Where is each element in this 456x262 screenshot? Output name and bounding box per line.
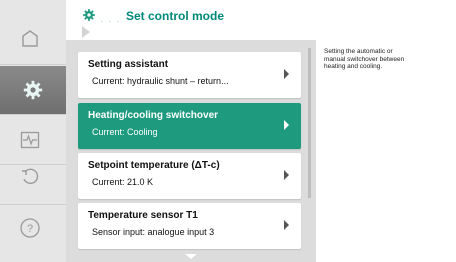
- gear-icon: [22, 79, 44, 101]
- diagnostics-icon: [20, 131, 40, 149]
- help-icon: ?: [19, 217, 41, 239]
- page-title: Set control mode: [126, 9, 225, 23]
- menu-item-title: Setting assistant: [88, 59, 169, 70]
- home-icon: [20, 28, 40, 48]
- menu-item-title: Setpoint temperature (ΔT-c): [88, 160, 220, 171]
- menu-item-subtitle: Current: hydraulic shunt – return...: [92, 76, 229, 86]
- gear-icon: [82, 8, 96, 27]
- info-panel: Setting the automatic or manual switchov…: [318, 40, 456, 262]
- back-icon: [20, 166, 40, 186]
- menu-item-title: Temperature sensor T1: [88, 210, 198, 221]
- help-button[interactable]: ?: [0, 204, 60, 252]
- menu-item-subtitle: Current: Cooling: [92, 127, 158, 137]
- chevron-right-icon: [284, 120, 289, 130]
- back-button[interactable]: [0, 152, 60, 200]
- menu-item-temperature-sensor-t1[interactable]: Temperature sensor T1 Sensor input: anal…: [78, 203, 301, 249]
- breadcrumb-marker: [82, 26, 90, 38]
- chevron-right-icon: [284, 220, 289, 230]
- scrollbar[interactable]: [308, 48, 311, 198]
- menu-item-setting-assistant[interactable]: Setting assistant Current: hydraulic shu…: [78, 52, 301, 98]
- menu-item-subtitle: Current: 21.0 K: [92, 177, 154, 187]
- header: · · · Set control mode: [66, 0, 456, 38]
- help-text: Setting the automatic or manual switchov…: [324, 48, 405, 70]
- side-nav: ?: [0, 0, 66, 262]
- chevron-right-icon: [284, 69, 289, 79]
- menu-item-title: Heating/cooling switchover: [88, 110, 219, 121]
- menu-item-setpoint-temperature[interactable]: Setpoint temperature (ΔT-c) Current: 21.…: [78, 153, 301, 199]
- svg-text:?: ?: [27, 223, 33, 235]
- menu-item-subtitle: Sensor input: analogue input 3: [92, 227, 215, 237]
- home-button[interactable]: [0, 14, 60, 62]
- menu-list: Setting assistant Current: hydraulic shu…: [66, 40, 316, 262]
- menu-item-heating-cooling-switchover[interactable]: Heating/cooling switchover Current: Cool…: [78, 103, 301, 149]
- chevron-right-icon: [284, 170, 289, 180]
- scroll-down-icon[interactable]: [185, 254, 197, 259]
- breadcrumb-dots: · · ·: [100, 16, 121, 27]
- settings-button[interactable]: [0, 66, 66, 114]
